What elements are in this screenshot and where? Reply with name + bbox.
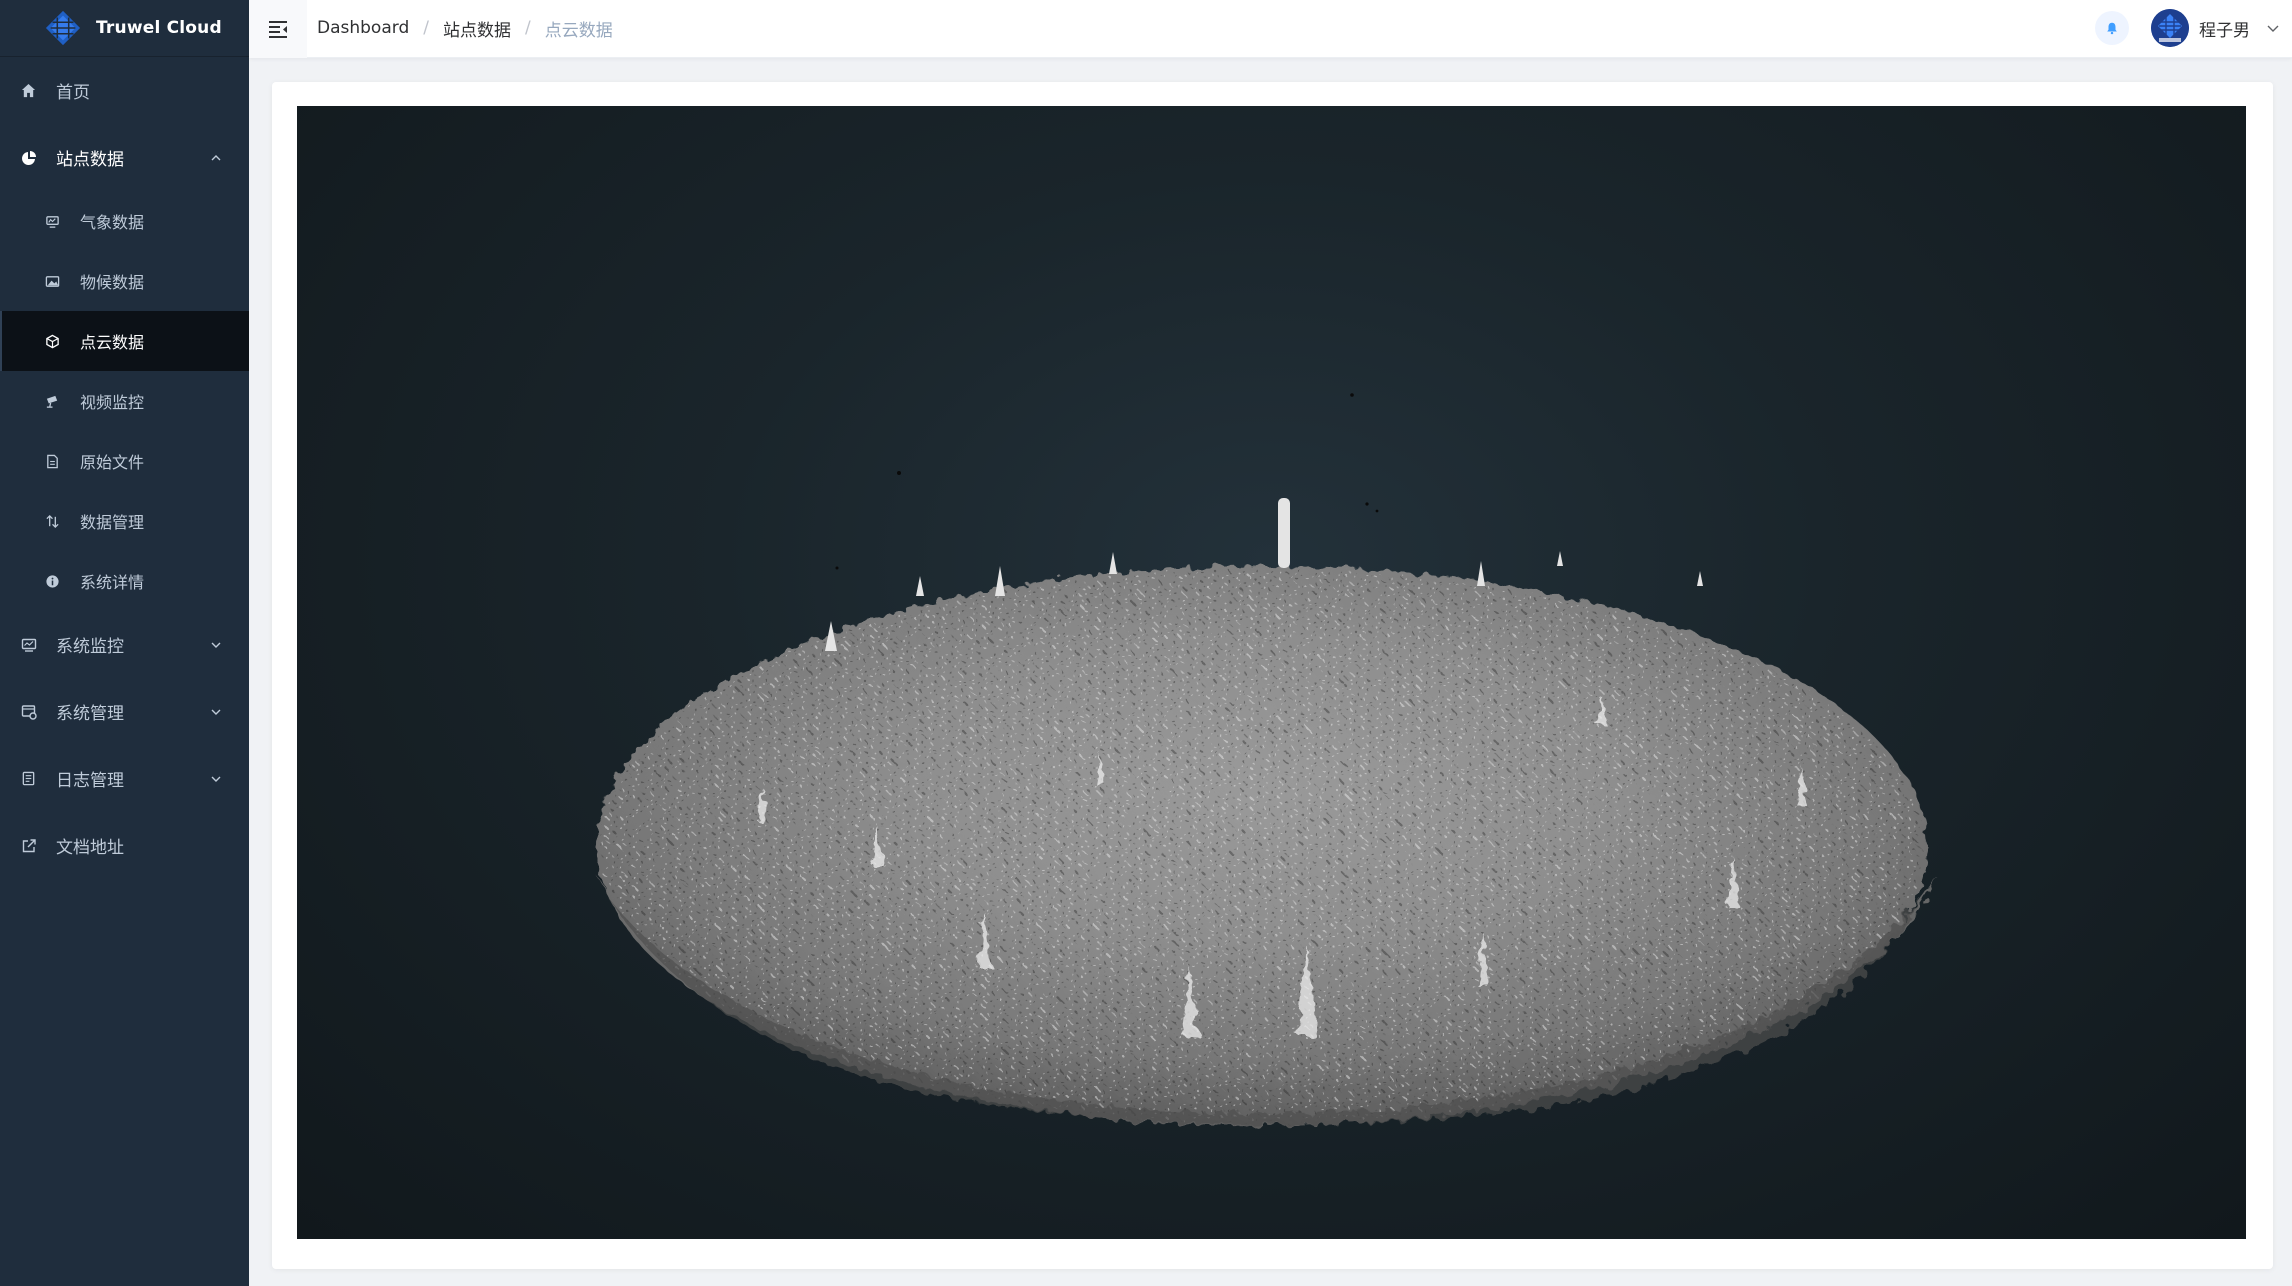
sidebar-item-data-management[interactable]: 数据管理 — [0, 491, 249, 551]
sidebar-item-label: 数据管理 — [80, 513, 145, 532]
sidebar-menu: 首页 站点数据 气象数据 物候数据 点云数据 视频监控 原始文件 数据管理 系统… — [0, 57, 249, 879]
sidebar-item-log-management[interactable]: 日志管理 — [0, 745, 249, 812]
external-link-icon — [20, 837, 37, 854]
username[interactable]: 程子男 — [2199, 0, 2250, 56]
sidebar-item-system-management[interactable]: 系统管理 — [0, 678, 249, 745]
sidebar-item-label: 系统详情 — [80, 573, 145, 592]
sidebar-item-point-cloud-data[interactable]: 点云数据 — [0, 311, 249, 371]
home-icon — [20, 82, 37, 99]
logo[interactable]: Truwel Cloud — [0, 0, 249, 57]
monitor-icon — [44, 213, 61, 230]
breadcrumb: Dashboard / 站点数据 / 点云数据 — [317, 0, 613, 56]
sidebar-item-label: 视频监控 — [80, 393, 145, 412]
monitor-chart-icon — [20, 636, 37, 653]
avatar[interactable] — [2151, 9, 2189, 47]
sidebar-item-phenology-data[interactable]: 物候数据 — [0, 251, 249, 311]
sidebar-item-docs-link[interactable]: 文档地址 — [0, 812, 249, 879]
sidebar-item-label: 点云数据 — [80, 333, 145, 352]
sidebar-item-label: 原始文件 — [80, 453, 145, 472]
camera-icon — [44, 393, 61, 410]
log-icon — [20, 770, 37, 787]
sidebar-item-site-data[interactable]: 站点数据 — [0, 124, 249, 191]
chevron-down-icon — [211, 709, 221, 715]
sidebar-item-label: 站点数据 — [56, 150, 124, 170]
sidebar-item-label: 日志管理 — [56, 771, 124, 791]
avatar-logo-icon — [2151, 9, 2189, 47]
file-icon — [44, 453, 61, 470]
sidebar-item-weather-data[interactable]: 气象数据 — [0, 191, 249, 251]
sidebar-item-system-details[interactable]: 系统详情 — [0, 551, 249, 611]
chevron-down-icon[interactable] — [2266, 21, 2280, 35]
chevron-down-icon — [211, 776, 221, 782]
point-cloud-viewer[interactable] — [297, 106, 2246, 1239]
app-title: Truwel Cloud — [96, 18, 222, 38]
sidebar-item-label: 首页 — [56, 83, 90, 103]
sidebar-item-home[interactable]: 首页 — [0, 57, 249, 124]
pie-chart-icon — [20, 149, 37, 166]
breadcrumb-item-current: 点云数据 — [544, 20, 613, 41]
sidebar-toggle-button[interactable] — [249, 0, 307, 58]
breadcrumb-separator: / — [524, 18, 531, 38]
bell-icon — [2107, 22, 2117, 35]
sidebar-item-label: 系统监控 — [56, 637, 124, 657]
sidebar-item-label: 文档地址 — [56, 838, 124, 858]
logo-icon — [45, 10, 81, 46]
top-navbar: Dashboard / 站点数据 / 点云数据 程子男 — [249, 0, 2292, 58]
sidebar-item-video-monitor[interactable]: 视频监控 — [0, 371, 249, 431]
point-cloud-canvas — [597, 393, 1937, 1126]
notification-button[interactable] — [2095, 11, 2129, 45]
menu-fold-icon — [269, 21, 287, 38]
sort-icon — [44, 513, 61, 530]
cube-icon — [44, 333, 61, 350]
breadcrumb-item-dashboard[interactable]: Dashboard — [317, 18, 409, 38]
breadcrumb-separator: / — [423, 18, 429, 38]
sidebar-item-raw-files[interactable]: 原始文件 — [0, 431, 249, 491]
info-icon — [44, 573, 61, 590]
breadcrumb-item-site-data[interactable]: 站点数据 — [443, 16, 511, 41]
sidebar: Truwel Cloud 首页 站点数据 气象数据 物候数据 点云数据 视频监控… — [0, 0, 249, 1286]
submenu-site-data: 气象数据 物候数据 点云数据 视频监控 原始文件 数据管理 系统详情 — [0, 191, 249, 611]
stray-points — [835, 393, 1379, 570]
chevron-down-icon — [211, 642, 221, 648]
sidebar-item-label: 气象数据 — [80, 213, 145, 232]
sidebar-item-system-monitor[interactable]: 系统监控 — [0, 611, 249, 678]
sidebar-item-label: 物候数据 — [80, 273, 145, 292]
settings-window-icon — [20, 703, 37, 720]
sidebar-item-label: 系统管理 — [56, 704, 124, 724]
image-icon — [44, 273, 61, 290]
chevron-up-icon — [211, 154, 221, 160]
